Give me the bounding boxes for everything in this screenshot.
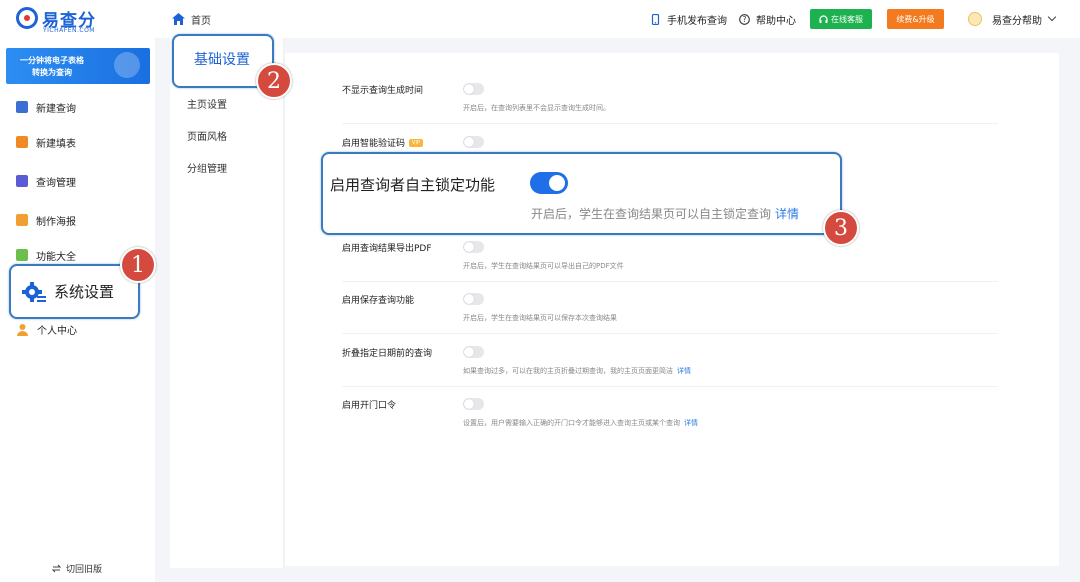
- setting-title: 启用查询结果导出PDF: [342, 244, 432, 254]
- upgrade-label: 续费&升级: [896, 14, 935, 24]
- setting-toggle[interactable]: [463, 346, 484, 358]
- setting-desc: 开启后，在查询列表里不会显示查询生成时间。: [463, 104, 610, 112]
- callout-label: 基础设置: [194, 52, 250, 68]
- user-menu[interactable]: 易查分帮助: [968, 9, 1057, 29]
- new-form-icon: [16, 136, 28, 148]
- help-center-label: 帮助中心: [756, 15, 796, 27]
- spreadsheet-banner[interactable]: 一分钟将电子表格 转换为查询: [6, 48, 150, 84]
- step-badge-3: 3: [823, 210, 859, 246]
- upgrade-button[interactable]: 续费&升级: [887, 9, 944, 29]
- submenu-item-group-manage[interactable]: 分组管理: [187, 160, 227, 175]
- vip-badge-icon: VIP: [409, 138, 424, 147]
- callout-desc: 开启后，学生在查询结果页可以自主锁定查询: [531, 207, 772, 221]
- submenu-item-page-style[interactable]: 页面风格: [187, 128, 227, 143]
- setting-title: 折叠指定日期前的查询: [342, 349, 433, 359]
- svg-text:?: ?: [743, 15, 747, 24]
- user-name: 易查分帮助: [992, 15, 1042, 27]
- setting-desc: 开启后，学生在查询结果页可以导出自己的PDF文件: [463, 262, 624, 270]
- setting-toggle[interactable]: [463, 293, 484, 305]
- banner-line-1: 一分钟将电子表格: [20, 56, 84, 65]
- setting-desc: 如果查询过多，可以在我的主页折叠过期查询，我的主页页面更简洁: [463, 367, 673, 375]
- user-icon: [17, 323, 28, 336]
- divider: [342, 123, 998, 124]
- setting-toggle[interactable]: [463, 83, 484, 95]
- sidebar-item-label: 查询管理: [36, 177, 76, 189]
- features-icon: [16, 249, 28, 261]
- setting-title: 启用开门口令: [342, 401, 397, 411]
- breadcrumb[interactable]: 首页: [172, 11, 211, 27]
- sidebar-item-label: 新建填表: [36, 138, 76, 150]
- setting-desc-row: 如果查询过多，可以在我的主页折叠过期查询，我的主页页面更简洁 详情: [463, 366, 691, 376]
- setting-desc-row: 设置后，用户需要输入正确的开门口令才能够进入查询主页或某个查询 详情: [463, 418, 698, 428]
- switch-old-version-link[interactable]: 切回旧版: [52, 562, 102, 575]
- online-service-label: 在线客服: [831, 14, 863, 24]
- home-icon: [172, 13, 185, 25]
- details-link[interactable]: 详情: [677, 367, 691, 375]
- callout-desc-row: 开启后，学生在查询结果页可以自主锁定查询 详情: [531, 205, 799, 222]
- details-link[interactable]: 详情: [684, 419, 698, 427]
- breadcrumb-home: 首页: [191, 15, 211, 27]
- step-badge-1: 1: [120, 247, 156, 283]
- phone-icon: [651, 13, 660, 25]
- gear-icon: [22, 282, 46, 302]
- logo[interactable]: 易查分 YICHAFEN.COM: [16, 6, 126, 34]
- manage-icon: [16, 175, 28, 187]
- setting-title-row: 启用智能验证码 VIP: [342, 136, 424, 149]
- setting-title: 不显示查询生成时间: [342, 86, 424, 96]
- settings-panel: 不显示查询生成时间 开启后，在查询列表里不会显示查询生成时间。 启用智能验证码 …: [285, 53, 1059, 566]
- sidebar-item-new-form[interactable]: 新建填表: [16, 132, 76, 152]
- mobile-publish-link[interactable]: 手机发布查询: [650, 9, 727, 29]
- avatar: [968, 12, 982, 26]
- online-service-button[interactable]: 在线客服: [810, 9, 872, 29]
- logo-mark-icon: [16, 7, 38, 29]
- setting-title: 启用保存查询功能: [342, 296, 415, 306]
- setting-desc: 设置后，用户需要输入正确的开门口令才能够进入查询主页或某个查询: [463, 419, 680, 427]
- callout-self-lock: 启用查询者自主锁定功能 开启后，学生在查询结果页可以自主锁定查询 详情: [321, 152, 842, 235]
- sidebar-item-label: 新建查询: [36, 103, 76, 115]
- top-bar: 易查分 YICHAFEN.COM 首页 手机发布查询 ? 帮助中心 在线客服 续…: [0, 0, 1080, 38]
- sidebar-item-poster[interactable]: 制作海报: [16, 210, 76, 230]
- self-lock-toggle[interactable]: [530, 172, 568, 194]
- callout-title: 启用查询者自主锁定功能: [330, 176, 496, 194]
- settings-submenu: 主页设置 页面风格 分组管理: [170, 38, 284, 568]
- step-badge-2: 2: [256, 63, 292, 99]
- divider: [342, 333, 998, 334]
- help-icon: ?: [739, 13, 750, 25]
- help-center-link[interactable]: ? 帮助中心: [739, 9, 796, 29]
- setting-toggle[interactable]: [463, 136, 484, 148]
- setting-toggle[interactable]: [463, 398, 484, 410]
- setting-desc: 开启后，学生在查询结果页可以保存本次查询结果: [463, 314, 617, 322]
- mobile-publish-label: 手机发布查询: [667, 15, 727, 27]
- divider: [342, 281, 998, 282]
- banner-illustration-icon: [114, 52, 140, 78]
- poster-icon: [16, 214, 28, 226]
- sidebar-item-new-query[interactable]: 新建查询: [16, 97, 76, 117]
- sidebar-item-features[interactable]: 功能大全: [16, 245, 76, 265]
- setting-toggle[interactable]: [463, 241, 484, 253]
- switch-old-label: 切回旧版: [66, 565, 103, 575]
- new-query-icon: [16, 101, 28, 113]
- callout-system-settings[interactable]: 系统设置: [9, 264, 140, 319]
- chevron-down-icon: [1047, 12, 1057, 22]
- divider: [342, 386, 998, 387]
- submenu-item-home-settings[interactable]: 主页设置: [187, 96, 227, 111]
- callout-label: 系统设置: [54, 283, 115, 301]
- sidebar-item-personal[interactable]: 个人中心: [16, 319, 77, 339]
- setting-title: 启用智能验证码: [342, 139, 406, 149]
- sidebar-item-label: 制作海报: [36, 216, 76, 228]
- headset-icon: [819, 14, 828, 23]
- banner-line-2: 转换为查询: [32, 68, 72, 77]
- details-link[interactable]: 详情: [775, 207, 799, 221]
- sidebar-item-label: 个人中心: [37, 325, 77, 337]
- sidebar-item-label: 功能大全: [36, 251, 76, 263]
- switch-icon: [52, 564, 61, 573]
- sidebar-item-query-manage[interactable]: 查询管理: [16, 171, 76, 191]
- logo-subtext: YICHAFEN.COM: [43, 27, 95, 34]
